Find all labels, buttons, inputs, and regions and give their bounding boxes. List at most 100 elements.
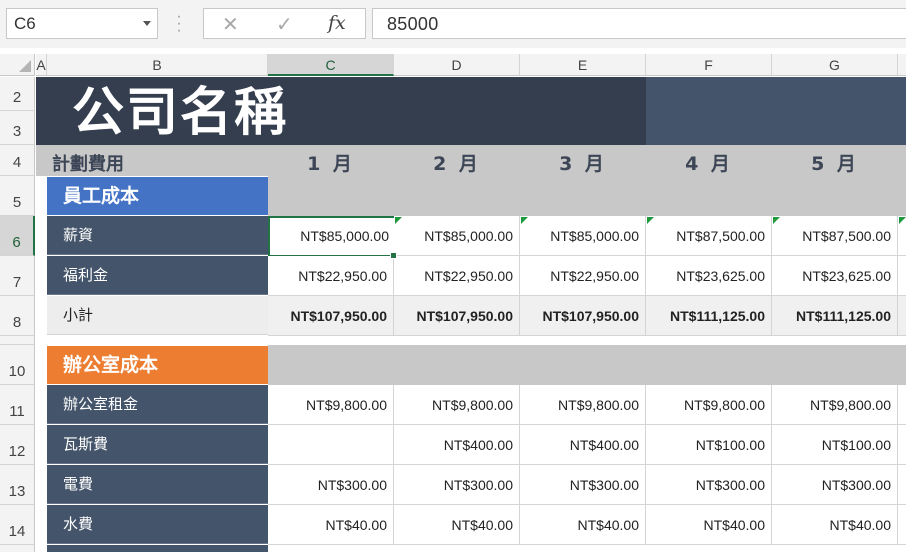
row-header-5[interactable]: 5: [0, 176, 35, 216]
cell-g14[interactable]: NT$40.00: [772, 505, 898, 545]
cell-f8[interactable]: NT$111,125.00: [646, 296, 772, 336]
month-header-5[interactable]: 5 月: [772, 149, 898, 175]
cell-e11[interactable]: NT$9,800.00: [520, 385, 646, 425]
employee-cost-section[interactable]: 員工成本: [47, 177, 268, 215]
cell-f12[interactable]: NT$100.00: [646, 425, 772, 465]
cell-f7[interactable]: NT$23,625.00: [646, 256, 772, 296]
row-header-9[interactable]: [0, 336, 35, 345]
cell-e6[interactable]: NT$85,000.00: [520, 216, 646, 256]
column-header-g[interactable]: G: [772, 54, 898, 76]
cell-e13[interactable]: NT$300.00: [520, 465, 646, 505]
error-indicator-icon[interactable]: [395, 217, 402, 224]
cell-d12[interactable]: NT$400.00: [394, 425, 520, 465]
column-header-b[interactable]: B: [47, 54, 268, 76]
cell-g13[interactable]: NT$300.00: [772, 465, 898, 505]
column-header-a[interactable]: A: [36, 54, 47, 76]
select-all-button[interactable]: [0, 54, 35, 76]
month-header-1[interactable]: 1 月: [268, 149, 394, 175]
cell-c11[interactable]: NT$9,800.00: [268, 385, 394, 425]
formula-input[interactable]: 85000: [372, 8, 906, 39]
row-header-8[interactable]: 8: [0, 296, 35, 336]
row-header-3[interactable]: 3: [0, 111, 35, 145]
fill-handle[interactable]: [390, 252, 397, 259]
more-options-icon: · · ·: [176, 8, 182, 39]
cell-d7[interactable]: NT$22,950.00: [394, 256, 520, 296]
row-label-next[interactable]: [47, 545, 268, 552]
row-header-4[interactable]: 4: [0, 145, 35, 176]
cell-f14[interactable]: NT$40.00: [646, 505, 772, 545]
check-icon[interactable]: ✓: [276, 12, 293, 37]
error-indicator-icon[interactable]: [647, 217, 654, 224]
row-label-salary[interactable]: 薪資: [47, 216, 268, 255]
cell-c14[interactable]: NT$40.00: [268, 505, 394, 545]
row-label-electricity[interactable]: 電費: [47, 465, 268, 504]
cell-g6[interactable]: NT$87,500.00: [772, 216, 898, 256]
cell-f6[interactable]: NT$87,500.00: [646, 216, 772, 256]
error-indicator-icon[interactable]: [899, 217, 906, 224]
cell-d8[interactable]: NT$107,950.00: [394, 296, 520, 336]
error-indicator-icon[interactable]: [521, 217, 528, 224]
month-header-3[interactable]: 3 月: [520, 149, 646, 175]
chevron-down-icon[interactable]: [143, 21, 151, 26]
cell-f13[interactable]: NT$300.00: [646, 465, 772, 505]
column-header-d[interactable]: D: [394, 54, 520, 76]
row-header-12[interactable]: 12: [0, 425, 35, 465]
cell-e12[interactable]: NT$400.00: [520, 425, 646, 465]
cell-c13[interactable]: NT$300.00: [268, 465, 394, 505]
planned-expenses-label[interactable]: 計劃費用: [52, 150, 124, 176]
formula-bar: C6 · · · ✕ ✓ fx 85000: [0, 0, 906, 48]
insert-function-icon[interactable]: fx: [328, 12, 346, 34]
cell-h7[interactable]: [898, 256, 906, 296]
cell-g12[interactable]: NT$100.00: [772, 425, 898, 465]
formula-value: 85000: [387, 14, 439, 34]
cell-h14[interactable]: [898, 505, 906, 545]
cell-c7[interactable]: NT$22,950.00: [268, 256, 394, 296]
cancel-icon[interactable]: ✕: [222, 12, 239, 37]
column-header-h[interactable]: [898, 54, 906, 76]
name-box-value: C6: [14, 14, 36, 33]
cell-c6[interactable]: NT$85,000.00: [268, 216, 396, 257]
month-header-2[interactable]: 2 月: [394, 149, 520, 175]
column-header-f[interactable]: F: [646, 54, 772, 76]
cell-c12[interactable]: [268, 425, 394, 465]
row-header-15[interactable]: [0, 545, 35, 552]
cell-d14[interactable]: NT$40.00: [394, 505, 520, 545]
formula-buttons: ✕ ✓ fx: [203, 8, 366, 39]
row-header-13[interactable]: 13: [0, 465, 35, 505]
cell-f11[interactable]: NT$9,800.00: [646, 385, 772, 425]
section-band-office: [268, 345, 906, 385]
cell-d11[interactable]: NT$9,800.00: [394, 385, 520, 425]
row-header-10[interactable]: 10: [0, 345, 35, 385]
cell-g11[interactable]: NT$9,800.00: [772, 385, 898, 425]
row-header-14[interactable]: 14: [0, 505, 35, 545]
cell-d6[interactable]: NT$85,000.00: [394, 216, 520, 256]
row-header-2[interactable]: 2: [0, 77, 35, 111]
row-label-gas[interactable]: 瓦斯費: [47, 425, 268, 464]
cell-g8[interactable]: NT$111,125.00: [772, 296, 898, 336]
row-label-benefits[interactable]: 福利金: [47, 256, 268, 295]
row-header-11[interactable]: 11: [0, 385, 35, 425]
column-header-c[interactable]: C: [268, 54, 394, 76]
error-indicator-icon[interactable]: [773, 217, 780, 224]
cell-e8[interactable]: NT$107,950.00: [520, 296, 646, 336]
row-header-7[interactable]: 7: [0, 256, 35, 296]
cell-h8[interactable]: [898, 296, 906, 336]
row-label-subtotal[interactable]: 小計: [47, 296, 268, 335]
cell-h13[interactable]: [898, 465, 906, 505]
cell-h11[interactable]: [898, 385, 906, 425]
section-band-employee: [268, 176, 906, 216]
cell-d13[interactable]: NT$300.00: [394, 465, 520, 505]
cell-c8[interactable]: NT$107,950.00: [268, 296, 394, 336]
office-cost-section[interactable]: 辦公室成本: [47, 346, 268, 384]
cell-e7[interactable]: NT$22,950.00: [520, 256, 646, 296]
row-label-office-rent[interactable]: 辦公室租金: [47, 385, 268, 424]
row-label-water[interactable]: 水費: [47, 505, 268, 544]
cell-h12[interactable]: [898, 425, 906, 465]
month-header-4[interactable]: 4 月: [646, 149, 772, 175]
cell-g7[interactable]: NT$23,625.00: [772, 256, 898, 296]
column-header-e[interactable]: E: [520, 54, 646, 76]
company-title[interactable]: 公司名稱: [72, 80, 288, 146]
row-header-6[interactable]: 6: [0, 216, 35, 256]
name-box[interactable]: C6: [6, 8, 158, 39]
cell-e14[interactable]: NT$40.00: [520, 505, 646, 545]
